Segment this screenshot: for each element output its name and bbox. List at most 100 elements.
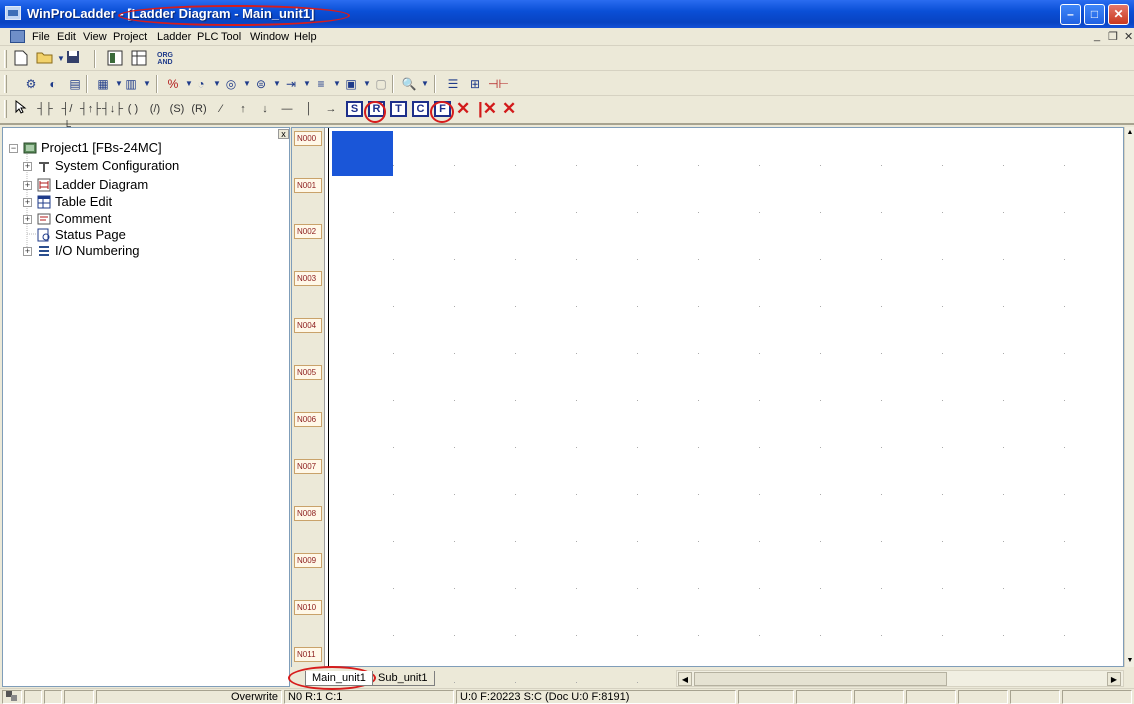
set-box-button[interactable]: S xyxy=(346,101,363,117)
horizontal-line-icon[interactable]: — xyxy=(278,100,296,118)
table-view-icon[interactable] xyxy=(130,50,148,68)
app-icon[interactable] xyxy=(5,6,21,20)
network-label[interactable]: N002 xyxy=(294,224,322,239)
coil-not-icon[interactable]: (/) xyxy=(146,100,164,118)
rung-icon[interactable]: ☰ xyxy=(444,75,462,93)
menu-help[interactable]: Help xyxy=(294,31,317,43)
edit-cursor[interactable] xyxy=(332,131,393,176)
horizontal-scroll-thumb[interactable] xyxy=(694,672,947,686)
vertical-line-icon[interactable]: │ xyxy=(300,100,318,118)
ladder-grid[interactable] xyxy=(332,128,1122,683)
expand-icon[interactable]: + xyxy=(23,215,32,224)
network-label[interactable]: N008 xyxy=(294,506,322,521)
coil-reset-icon[interactable]: (R) xyxy=(190,100,208,118)
org-and-button[interactable]: ORG AND xyxy=(152,50,178,68)
new-file-icon[interactable] xyxy=(12,50,30,68)
toolbar-grip[interactable] xyxy=(4,100,7,118)
network-label[interactable]: N006 xyxy=(294,412,322,427)
dropdown-arrow-icon[interactable]: ▼ xyxy=(416,75,434,93)
minimize-button[interactable]: – xyxy=(1060,4,1081,25)
tab-main-unit1[interactable]: Main_unit1 xyxy=(305,671,373,686)
contact-b-icon[interactable]: ┤/├ xyxy=(58,100,76,133)
contact-up-icon[interactable]: ┤↑├ xyxy=(80,100,101,118)
menu-file[interactable]: File xyxy=(32,31,50,43)
network-label[interactable]: N000 xyxy=(294,131,322,146)
menu-project[interactable]: Project xyxy=(113,31,147,43)
reset-box-button[interactable]: R xyxy=(368,101,385,117)
collapse-icon[interactable]: − xyxy=(9,144,18,153)
dropdown-arrow-icon[interactable]: ▼ xyxy=(138,75,156,93)
pointer-icon[interactable] xyxy=(12,99,30,118)
scroll-left-arrow-icon[interactable]: ◀ xyxy=(678,672,692,686)
vertical-scrollbar[interactable]: ▲ ▼ xyxy=(1124,127,1134,667)
network-label[interactable]: N011 xyxy=(294,647,322,662)
grid-dot xyxy=(881,588,882,589)
grid-dot xyxy=(393,635,394,636)
function-icon[interactable]: ⚙ xyxy=(22,75,40,93)
network-label[interactable]: N005 xyxy=(294,365,322,380)
contact-list-icon[interactable]: ⊞ xyxy=(466,75,484,93)
expand-icon[interactable]: + xyxy=(23,162,32,171)
grid-dot xyxy=(759,635,760,636)
menu-tool[interactable]: Tool xyxy=(221,31,241,43)
delete-row-icon[interactable]: ✕ xyxy=(502,99,516,119)
ladder-icon[interactable]: ▤ xyxy=(66,75,84,93)
mdi-restore-button[interactable]: ❐ xyxy=(1108,30,1118,43)
pulse-p-icon[interactable]: ↑ xyxy=(234,100,252,118)
menu-view[interactable]: View xyxy=(83,31,107,43)
program-view-icon[interactable] xyxy=(106,50,124,68)
status-cell-empty xyxy=(906,690,956,704)
scroll-down-arrow-icon[interactable]: ▼ xyxy=(1125,655,1134,667)
document-icon[interactable] xyxy=(10,30,25,43)
grid-dot xyxy=(576,635,577,636)
tab-sub-unit1[interactable]: Sub_unit1 xyxy=(371,671,435,686)
delete-element-icon[interactable]: ✕ xyxy=(456,99,470,119)
network-label[interactable]: N010 xyxy=(294,600,322,615)
close-button[interactable]: ✕ xyxy=(1108,4,1129,25)
invert-icon[interactable]: ⁄ xyxy=(212,100,230,118)
menu-plc[interactable]: PLC xyxy=(197,31,218,43)
panel-close-button[interactable]: x xyxy=(278,129,289,139)
expand-icon[interactable]: + xyxy=(23,247,32,256)
title-bar[interactable]: WinProLadder - [Ladder Diagram - Main_un… xyxy=(0,0,1134,28)
expand-icon[interactable]: + xyxy=(23,181,32,190)
horizontal-scrollbar[interactable]: ◀ ▶ xyxy=(676,670,1124,687)
network-label[interactable]: N009 xyxy=(294,553,322,568)
mdi-minimize-button[interactable]: _ xyxy=(1094,30,1100,42)
expand-icon[interactable]: + xyxy=(23,198,32,207)
coil-icon[interactable]: ⊣⊢ xyxy=(488,75,509,93)
grid-dot xyxy=(515,588,516,589)
menu-ladder[interactable]: Ladder xyxy=(157,31,191,43)
coil-set-icon[interactable]: (S) xyxy=(168,100,186,118)
mdi-close-button[interactable]: ✕ xyxy=(1124,30,1133,43)
grid-dot xyxy=(820,212,821,213)
delete-vertical-icon[interactable]: |✕ xyxy=(478,99,497,119)
network-label[interactable]: N001 xyxy=(294,178,322,193)
scroll-right-arrow-icon[interactable]: ▶ xyxy=(1107,672,1121,686)
timer-box-button[interactable]: T xyxy=(390,101,407,117)
menu-window[interactable]: Window xyxy=(250,31,289,43)
maximize-button[interactable]: □ xyxy=(1084,4,1105,25)
status-cell-empty xyxy=(854,690,904,704)
coil-output-icon[interactable]: ( ) xyxy=(124,100,142,118)
monitor-icon[interactable]: ◐ xyxy=(44,75,62,93)
grid-dot xyxy=(637,494,638,495)
contact-down-icon[interactable]: ┤↓├ xyxy=(102,100,123,118)
contact-a-icon[interactable]: ┤├ xyxy=(36,100,54,118)
scroll-up-arrow-icon[interactable]: ▲ xyxy=(1125,127,1134,139)
grid-dot xyxy=(881,541,882,542)
menu-edit[interactable]: Edit xyxy=(57,31,76,43)
counter-box-button[interactable]: C xyxy=(412,101,429,117)
ladder-editor[interactable]: N000 N001 N002 N003 N004 N005 N006 N007 … xyxy=(291,127,1124,683)
toolbar-grip[interactable] xyxy=(4,75,7,93)
menu-bar: File Edit View Project Ladder PLC Tool W… xyxy=(0,28,1134,46)
function-box-button[interactable]: F xyxy=(434,101,451,117)
network-label[interactable]: N004 xyxy=(294,318,322,333)
grid-dot xyxy=(576,447,577,448)
save-icon[interactable] xyxy=(64,50,82,68)
toolbar-grip[interactable] xyxy=(4,50,7,68)
network-label[interactable]: N007 xyxy=(294,459,322,474)
arrow-line-icon[interactable]: → xyxy=(322,100,340,118)
network-label[interactable]: N003 xyxy=(294,271,322,286)
pulse-n-icon[interactable]: ↓ xyxy=(256,100,274,118)
